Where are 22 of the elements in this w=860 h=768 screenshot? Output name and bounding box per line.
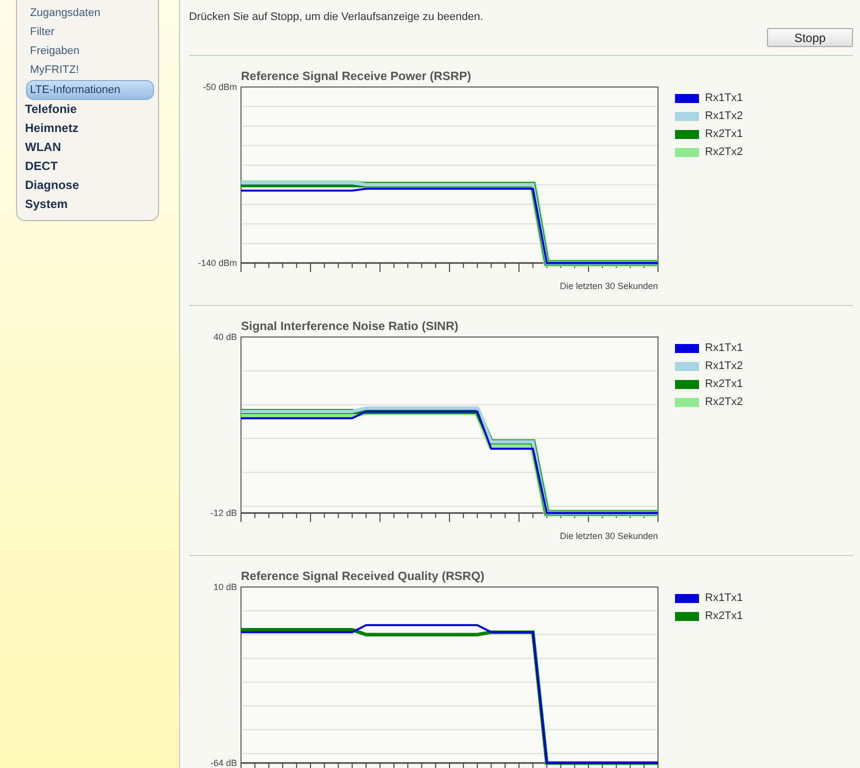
- axis-title: Die letzten 30 Sekunden: [560, 281, 658, 291]
- legend-label: Rx1Tx1: [705, 342, 743, 354]
- axis-label: 10 dB: [213, 583, 237, 592]
- axis-label: 40 dB: [213, 333, 237, 342]
- chart-title: Reference Signal Receive Power (RSRP): [240, 69, 472, 83]
- chart-title: Signal Interference Noise Ratio (SINR): [240, 319, 460, 333]
- legend-label: Rx2Tx2: [705, 396, 743, 408]
- axis-title: Die letzten 30 Sekunden: [560, 531, 658, 541]
- instruction-text: Drücken Sie auf Stopp, um die Verlaufsanzeige zu beenden.: [189, 10, 484, 24]
- legend-label: Rx1Tx1: [705, 92, 743, 104]
- legend-label: Rx2Tx1: [705, 378, 743, 390]
- legend-label: Rx1Tx2: [705, 360, 743, 372]
- legend-label: Rx1Tx2: [705, 110, 743, 122]
- legend-label: Rx2Tx1: [705, 610, 743, 622]
- axis-label: -64 dB: [210, 758, 237, 768]
- legend-label: Rx2Tx2: [705, 146, 743, 158]
- axis-label: -140 dBm: [198, 258, 237, 268]
- axis-label: -12 dB: [210, 508, 237, 518]
- axis-label: -50 dBm: [202, 83, 237, 92]
- legend-label: Rx2Tx1: [705, 128, 743, 140]
- legend-label: Rx1Tx1: [705, 592, 743, 604]
- chart-title: Reference Signal Received Quality (RSRQ): [240, 569, 486, 583]
